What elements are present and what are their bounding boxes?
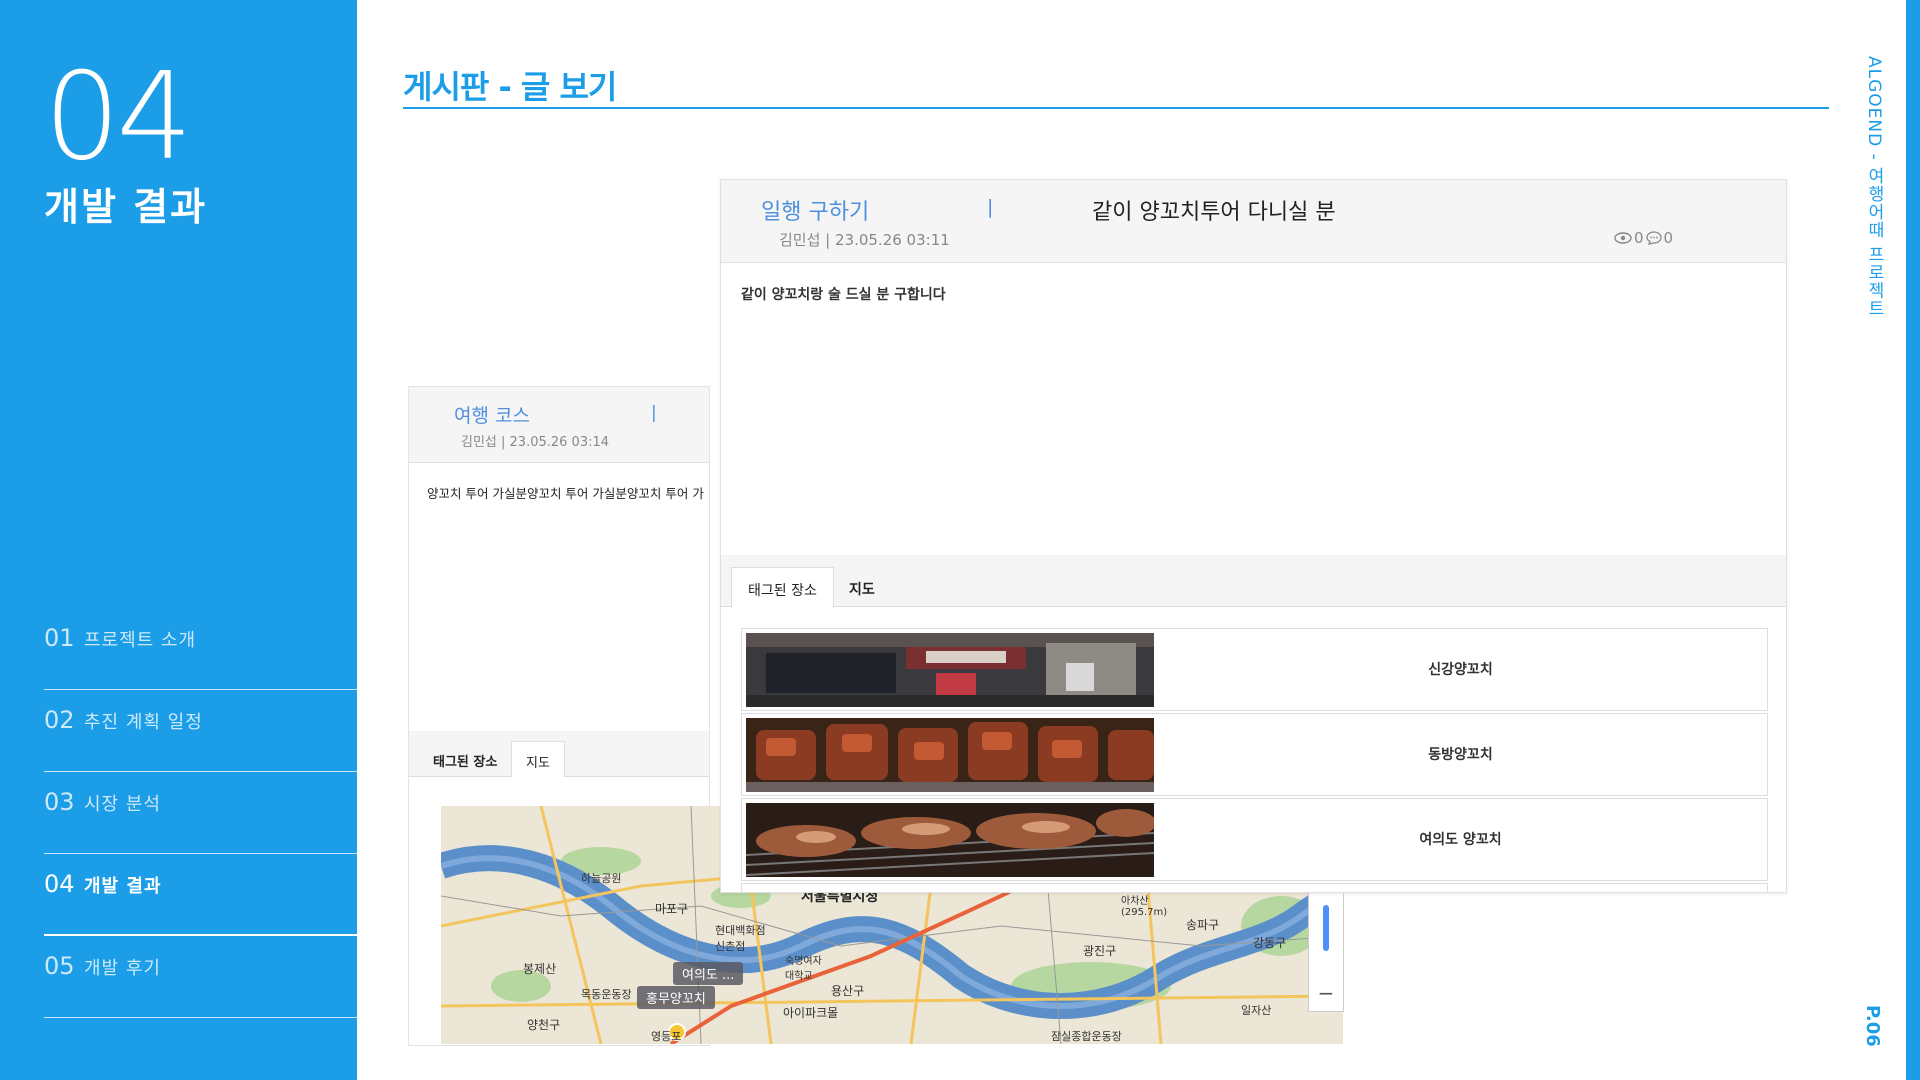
map-label: 아차산 (295.7m) (1121, 896, 1168, 918)
list-item[interactable]: 동방양꼬치 (741, 713, 1768, 796)
back-post-header: 여행 코스 | 김민섭 | 23.05.26 03:14 (409, 387, 709, 463)
front-post-header: 일행 구하기 | 같이 양꼬치투어 다니실 분 김민섭 | 23.05.26 0… (721, 180, 1786, 263)
front-post-title: 같이 양꼬치투어 다니실 분 (1092, 200, 1336, 225)
right-accent-bar (1906, 0, 1920, 1080)
tab-map[interactable]: 지도 (833, 567, 891, 608)
nav-item-04[interactable]: 04 개발 결과 (44, 854, 357, 936)
nav-label: 추진 계획 일정 (84, 712, 203, 733)
front-post-body: 같이 양꼬치랑 술 드실 분 구합니다 (741, 287, 946, 303)
nav-item-03[interactable]: 03 시장 분석 (44, 772, 357, 854)
back-post-category[interactable]: 여행 코스 (454, 401, 530, 428)
section-number: 04 (44, 48, 193, 187)
nav-item-05[interactable]: 05 개발 후기 (44, 936, 357, 1018)
back-post-body: 양꼬치 투어 가실분양꼬치 투어 가실분양꼬치 투어 가 (427, 486, 704, 501)
nav-number: 05 (44, 952, 75, 980)
back-post-separator: | (651, 403, 657, 423)
tab-tagged-places[interactable]: 태그된 장소 (731, 567, 834, 608)
front-post-meta: 김민섭 | 23.05.26 03:11 (779, 231, 950, 249)
back-post-meta: 김민섭 | 23.05.26 03:14 (461, 435, 610, 450)
zoom-out-button[interactable]: − (1309, 981, 1343, 1005)
comment-count: 0 (1663, 229, 1674, 247)
zoom-slider[interactable] (1323, 905, 1329, 951)
nav-label: 시장 분석 (84, 794, 161, 815)
map-label: 영등포 (651, 1030, 682, 1043)
list-item (741, 883, 1768, 892)
page-number: P.06 (1862, 1005, 1883, 1047)
map-label: 아이파크몰 (783, 1006, 839, 1020)
map-label: 하늘공원 (581, 872, 622, 885)
sidebar: 04 개발 결과 01 프로젝트 소개 02 추진 계획 일정 03 시장 분석 04… (0, 0, 357, 1080)
place-photo (746, 803, 1154, 877)
tagged-places-list: 신강양꼬치 동방양꼬치 여의도 양꼬치 (741, 628, 1768, 892)
heading-divider (403, 107, 1829, 109)
map-label: 현대백화점 신촌점 (715, 924, 766, 953)
nav-label: 개발 후기 (84, 958, 161, 979)
map-label: 마포구 (655, 902, 689, 916)
map-label: 송파구 (1186, 918, 1220, 932)
map-zoom-control[interactable]: − (1308, 890, 1344, 1012)
front-post-separator: | (987, 196, 994, 218)
nav-label: 프로젝트 소개 (84, 630, 197, 651)
place-photo (746, 633, 1154, 707)
section-nav: 01 프로젝트 소개 02 추진 계획 일정 03 시장 분석 04 개발 결과 05 개… (44, 608, 357, 1018)
place-name: 여의도 양꼬치 (1419, 832, 1502, 848)
nav-item-02[interactable]: 02 추진 계획 일정 (44, 690, 357, 772)
front-post-tabs: 태그된 장소 지도 (721, 555, 1786, 608)
page-title: 게시판 - 글 보기 (403, 68, 617, 106)
view-count: 0 (1634, 229, 1644, 247)
map-label: 양천구 (527, 1018, 561, 1032)
eye-icon (1614, 232, 1632, 244)
back-post-tabs: 태그된 장소 지도 (409, 731, 709, 777)
map-label: 숙명여자대학교 (785, 956, 822, 982)
nav-number: 01 (44, 624, 75, 652)
list-item[interactable]: 신강양꼬치 (741, 628, 1768, 711)
list-item[interactable]: 여의도 양꼬치 (741, 798, 1768, 881)
skewers-image (746, 718, 1154, 792)
front-post-category[interactable]: 일행 구하기 (761, 194, 869, 226)
place-name: 동방양꼬치 (1428, 747, 1493, 763)
map-label: 일자산 (1241, 1004, 1272, 1017)
place-photo (746, 718, 1154, 792)
nav-label: 개발 결과 (84, 876, 162, 897)
storefront-image (746, 633, 1154, 707)
nav-number: 04 (44, 870, 75, 898)
front-post-stats: 0 0 (1614, 229, 1673, 247)
map-label: 광진구 (1083, 944, 1117, 958)
grill-image (746, 803, 1154, 877)
map-pin-label[interactable]: 여의도 ... (673, 962, 744, 985)
tab-map[interactable]: 지도 (511, 741, 565, 777)
section-title: 개발 결과 (44, 185, 208, 229)
nav-number: 03 (44, 788, 75, 816)
map-pin-label[interactable]: 홍무양꼬치 (637, 986, 715, 1009)
comment-icon (1645, 231, 1662, 245)
front-post-card: 일행 구하기 | 같이 양꼬치투어 다니실 분 김민섭 | 23.05.26 0… (720, 179, 1787, 893)
project-label: ALGOEND - 여행어때 프로젝트 (1864, 56, 1884, 318)
place-name: 신강양꼬치 (1428, 662, 1493, 678)
nav-number: 02 (44, 706, 75, 734)
map-label: 잠실종합운동장 (1051, 1030, 1122, 1043)
map-label: 용산구 (831, 984, 865, 998)
map-label: 강동구 (1253, 936, 1287, 950)
map-label: 목동운동장 (581, 988, 632, 1001)
nav-item-01[interactable]: 01 프로젝트 소개 (44, 608, 357, 690)
tab-tagged-places[interactable]: 태그된 장소 (419, 741, 511, 777)
map-label: 봉제산 (523, 962, 557, 976)
